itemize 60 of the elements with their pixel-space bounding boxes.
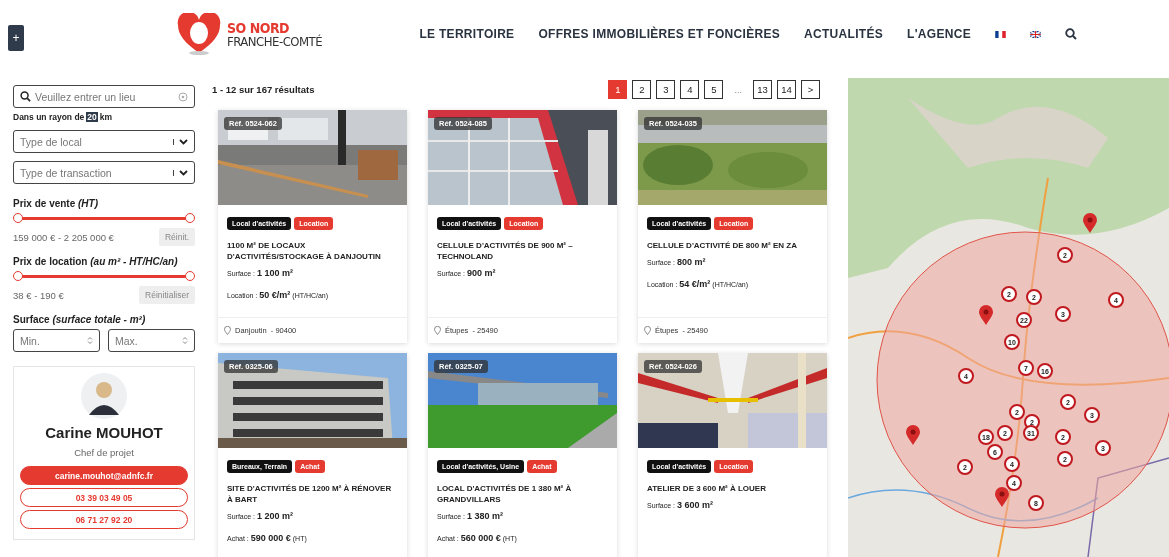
nav-link[interactable]: ACTUALITÉS bbox=[804, 27, 884, 41]
contact-name: Carine MOUHOT bbox=[45, 424, 163, 441]
logo-text: FRANCHE-COMTÉ bbox=[227, 34, 323, 48]
location-search-field[interactable]: Veuillez entrer un lieu bbox=[13, 85, 195, 108]
search-icon bbox=[20, 91, 31, 102]
range-reading: 38 € - 190 € bbox=[13, 289, 64, 301]
chevron-down-icon bbox=[179, 138, 188, 145]
british-flag-icon[interactable] bbox=[1030, 30, 1041, 38]
page-button[interactable]: 2 bbox=[632, 80, 652, 99]
nav-link[interactable]: LE TERRITOIRE bbox=[419, 27, 515, 41]
page-button[interactable]: 14 bbox=[777, 80, 796, 99]
sidebar-toggle-button[interactable]: + bbox=[8, 25, 24, 51]
listing-title: CELLULE D'ACTIVITÉS DE 900 M² – TECHNOLAND bbox=[437, 240, 574, 263]
filter-label: Prix de location (au m² - HT/HC/an) bbox=[13, 256, 179, 267]
min-surface-field[interactable]: Min. bbox=[13, 329, 100, 352]
map-pin-icon[interactable] bbox=[906, 425, 920, 445]
location-pin-icon bbox=[434, 326, 441, 335]
spinner-arrows-icon bbox=[182, 336, 188, 345]
phone-button[interactable]: 03 39 03 49 05 bbox=[20, 488, 188, 507]
listing-title: SITE D'ACTIVITÉS DE 1200 M² À RÉNOVER À BART bbox=[227, 483, 393, 506]
range-slider[interactable] bbox=[13, 271, 195, 281]
location-pin-icon bbox=[644, 326, 651, 335]
range-slider[interactable] bbox=[13, 213, 195, 223]
lion-heart-logo-icon bbox=[177, 13, 221, 55]
page-button[interactable]: 13 bbox=[753, 80, 772, 99]
nav-link[interactable]: OFFRES IMMOBILIÈRES ET FONCIÈRES bbox=[538, 27, 781, 41]
french-flag-icon[interactable] bbox=[995, 30, 1006, 38]
logo-text: SO NORD bbox=[227, 20, 290, 35]
search-icon[interactable] bbox=[1065, 28, 1077, 40]
filter-label: Prix de vente (HT) bbox=[13, 198, 100, 209]
listing-title: CELLULE D'ACTIVITÉ DE 800 M² EN ZA bbox=[647, 240, 798, 252]
type-select[interactable]: Type de transaction bbox=[13, 161, 195, 184]
chevron-down-icon bbox=[179, 169, 188, 176]
map-pin-icon[interactable] bbox=[995, 487, 1009, 507]
radius-unit: km bbox=[99, 112, 113, 122]
results-count: 1 - 12 sur 167 résultats bbox=[212, 84, 315, 95]
page-button[interactable]: 5 bbox=[704, 80, 724, 99]
spinner-arrows-icon bbox=[87, 336, 93, 345]
page-button[interactable]: 3 bbox=[656, 80, 676, 99]
page-button[interactable]: 1 bbox=[608, 80, 628, 99]
map-pin-icon[interactable] bbox=[1083, 213, 1097, 233]
avatar bbox=[81, 373, 127, 419]
listing-title: 1100 M² DE LOCAUX D'ACTIVITÉS/STOCKAGE À DANJOUTIN bbox=[227, 240, 382, 263]
page-button[interactable]: > bbox=[801, 80, 820, 99]
phone-button[interactable]: 06 71 27 92 20 bbox=[20, 510, 188, 529]
radius-input[interactable]: 20 bbox=[86, 112, 98, 122]
max-surface-field[interactable]: Max. bbox=[108, 329, 195, 352]
type-select[interactable]: Type de local bbox=[13, 130, 195, 153]
nav-link[interactable]: L'AGENCE bbox=[907, 27, 971, 41]
page-button[interactable]: 4 bbox=[680, 80, 700, 99]
filter-label: Surface (surface totale - m²) bbox=[13, 314, 147, 325]
location-pin-icon bbox=[224, 326, 231, 335]
radius-label: Dans un rayon de bbox=[13, 112, 85, 122]
email-button[interactable]: carine.mouhot@adnfc.fr bbox=[20, 466, 188, 485]
map-pin-icon[interactable] bbox=[979, 305, 993, 325]
pagination-ellipsis: ... bbox=[734, 84, 742, 95]
range-reading: 159 000 € - 2 205 000 € bbox=[13, 231, 114, 243]
listing-title: LOCAL D'ACTIVITÉS DE 1 380 M² À GRANDVILLARS bbox=[437, 483, 573, 506]
contact-role: Chef de projet bbox=[74, 447, 134, 458]
listing-title: ATELIER DE 3 600 M² À LOUER bbox=[647, 483, 767, 495]
